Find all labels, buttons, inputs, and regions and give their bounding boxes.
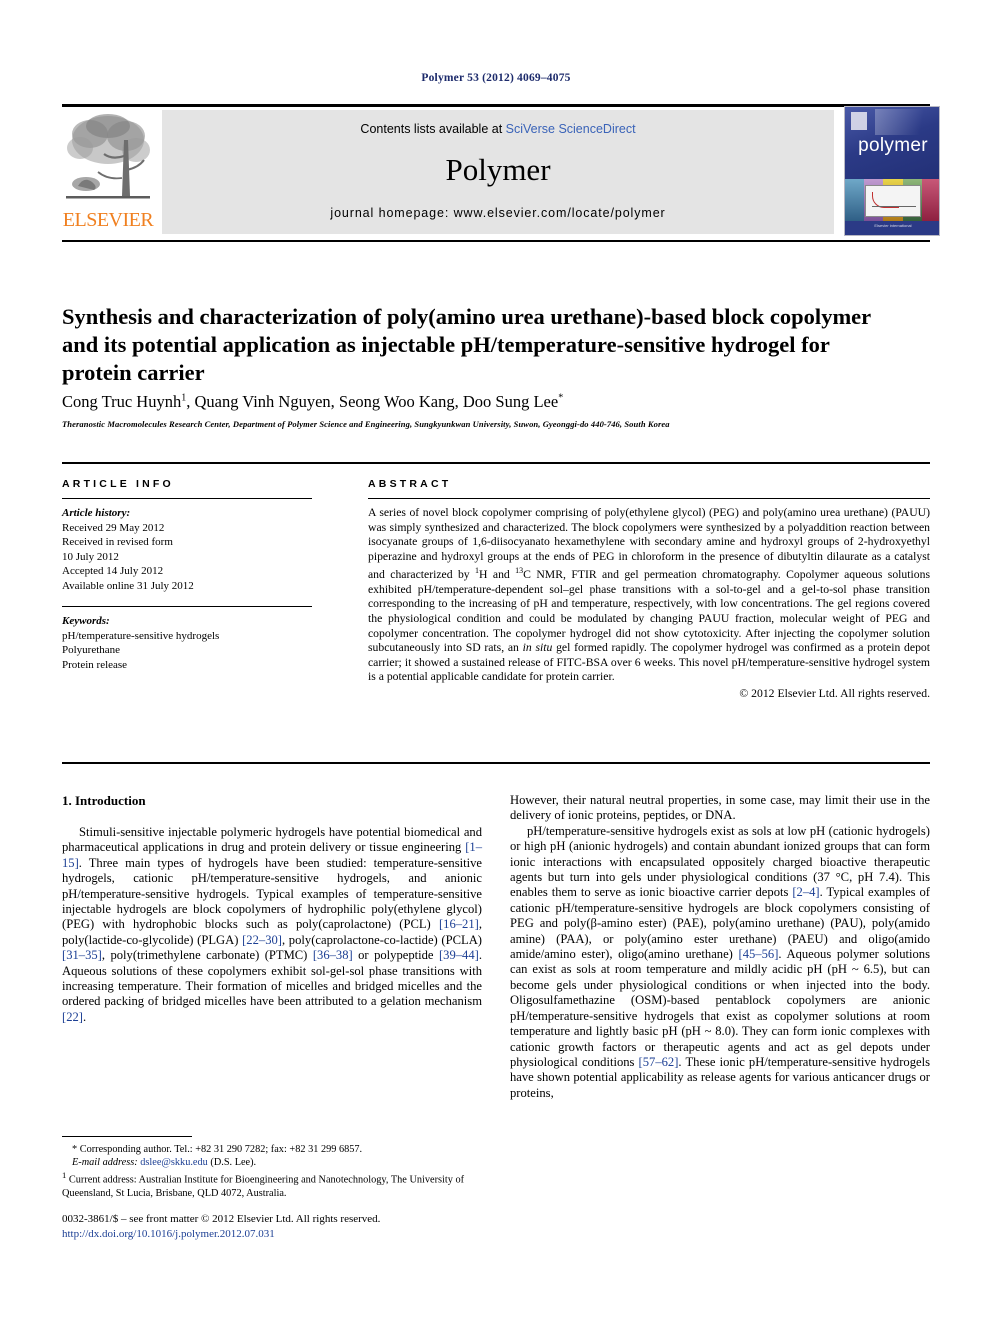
history-item: Accepted 14 July 2012 xyxy=(62,565,164,577)
history-item: 10 July 2012 xyxy=(62,550,119,563)
page-footer: 0032-3861/$ – see front matter © 2012 El… xyxy=(62,1212,532,1242)
cover-inset-chart xyxy=(865,185,921,217)
paragraph-text: . Three main types of hydrogels have bee… xyxy=(62,855,482,932)
abstract-italic-insitu: in situ xyxy=(522,641,553,655)
paragraph: However, their natural neutral propertie… xyxy=(510,793,930,823)
info-band-top-rule xyxy=(62,462,930,464)
issn-copyright-line: 0032-3861/$ – see front matter © 2012 El… xyxy=(62,1213,381,1225)
footnote-email: E-mail address: dslee@skku.edu (D.S. Lee… xyxy=(62,1156,482,1169)
elsevier-logo: ELSEVIER xyxy=(62,110,154,234)
citation-link[interactable]: [57–62] xyxy=(639,1055,679,1069)
abstract-sup-2: 13 xyxy=(515,566,524,576)
author-mark: 1 xyxy=(181,392,187,404)
journal-homepage-link[interactable]: journal homepage: www.elsevier.com/locat… xyxy=(162,206,834,220)
author-mark: * xyxy=(558,392,564,404)
paragraph-text: , poly(caprolactone-co-lactide) (PCLA) xyxy=(281,932,482,947)
footnote-corresponding-author: * Corresponding author. Tel.: +82 31 290… xyxy=(72,1144,363,1155)
paragraph: pH/temperature-sensitive hydrogels exist… xyxy=(510,824,930,1101)
author-name: Seong Woo Kang xyxy=(338,392,455,411)
cover-footer-text: Elsevier international xyxy=(874,223,912,228)
cover-elsevier-mark-icon xyxy=(851,112,867,130)
current-address-text: Current address: Australian Institute fo… xyxy=(62,1174,465,1200)
article-info-column: ARTICLE INFO Article history: Received 2… xyxy=(62,478,312,672)
journal-title: Polymer xyxy=(445,152,551,187)
author-name: Doo Sung Lee xyxy=(462,392,559,411)
info-divider xyxy=(62,498,312,499)
doi-link[interactable]: http://dx.doi.org/10.1016/j.polymer.2012… xyxy=(62,1227,532,1242)
section-heading-introduction: 1. Introduction xyxy=(62,793,146,808)
cover-journal-name: polymer xyxy=(858,135,928,156)
citation-link[interactable]: [2–4] xyxy=(792,885,819,899)
abstract-divider xyxy=(368,498,930,499)
email-label: E-mail address: xyxy=(72,1157,138,1169)
paragraph-text: , poly(trimethylene carbonate) (PTMC) xyxy=(101,948,313,963)
journal-cover-thumbnail: polymer Elsevier international xyxy=(844,106,940,236)
article-history-label: Article history: xyxy=(62,507,131,519)
masthead-top-rule xyxy=(62,104,930,107)
citation-link[interactable]: [45–56] xyxy=(739,947,779,961)
contents-prefix: Contents lists available at xyxy=(360,122,506,136)
history-item: Received 29 May 2012 xyxy=(62,521,165,534)
info-band-bottom-rule xyxy=(62,762,930,764)
citation-link[interactable]: [22–30] xyxy=(242,933,282,947)
body-column-left: 1. Introduction Stimuli-sensitive inject… xyxy=(62,793,482,1025)
keyword-item: Protein release xyxy=(62,658,128,671)
copyright-line: © 2012 Elsevier Ltd. All rights reserved… xyxy=(739,687,930,701)
journal-band: Contents lists available at SciVerse Sci… xyxy=(162,110,834,234)
sciencedirect-link[interactable]: SciVerse ScienceDirect xyxy=(506,122,636,136)
keywords-label: Keywords: xyxy=(62,615,110,627)
page-title: Synthesis and characterization of poly(a… xyxy=(62,304,871,386)
running-head: Polymer 53 (2012) 4069–4075 xyxy=(421,72,571,84)
citation-link[interactable]: [39–44] xyxy=(439,948,479,962)
author-list: Cong Truc Huynh1, Quang Vinh Nguyen, Seo… xyxy=(62,392,564,411)
citation-link[interactable]: [31–35] xyxy=(62,948,102,962)
abstract-heading: ABSTRACT xyxy=(368,478,452,490)
paper-page: Polymer 53 (2012) 4069–4075 ELSEVIER Con… xyxy=(0,0,992,1323)
elsevier-wordmark: ELSEVIER xyxy=(62,209,154,231)
footnote-divider xyxy=(62,1136,192,1137)
citation-link[interactable]: [22] xyxy=(62,1010,83,1024)
affiliation: Theranostic Macromolecules Research Cent… xyxy=(62,419,670,429)
citation-link[interactable]: [16–21] xyxy=(439,917,479,931)
author-name: Quang Vinh Nguyen xyxy=(194,392,331,411)
paragraph-text: Stimuli-sensitive injectable polymeric h… xyxy=(62,825,482,855)
email-link[interactable]: dslee@skku.edu xyxy=(140,1157,208,1168)
keyword-item: pH/temperature-sensitive hydrogels xyxy=(62,629,220,642)
citation-link[interactable]: [36–38] xyxy=(313,948,353,962)
footnotes: * Corresponding author. Tel.: +82 31 290… xyxy=(62,1143,482,1200)
masthead-bottom-rule xyxy=(62,240,930,242)
abstract-column: ABSTRACT A series of novel block copolym… xyxy=(368,478,930,700)
paragraph-text: or polypeptide xyxy=(352,948,439,963)
history-item: Received in revised form xyxy=(62,536,173,548)
contents-available-line: Contents lists available at SciVerse Sci… xyxy=(162,122,834,136)
body-column-right: However, their natural neutral propertie… xyxy=(510,793,930,1101)
email-suffix: (D.S. Lee). xyxy=(207,1157,257,1169)
cover-sheen xyxy=(875,109,939,135)
keywords-divider xyxy=(62,606,312,607)
paragraph-text: . Aqueous polymer solutions can exist as… xyxy=(510,947,930,1069)
author-name: Cong Truc Huynh xyxy=(62,392,182,411)
journal-masthead: ELSEVIER Contents lists available at Sci… xyxy=(62,104,940,242)
paragraph-text: . xyxy=(82,1009,87,1024)
history-item: Available online 31 July 2012 xyxy=(62,579,194,592)
elsevier-tree-icon xyxy=(64,110,152,208)
article-info-heading: ARTICLE INFO xyxy=(62,478,174,490)
paragraph: Stimuli-sensitive injectable polymeric h… xyxy=(62,825,482,1025)
abstract-text: A series of novel block copolymer compri… xyxy=(368,506,930,685)
abstract-mid-1: H and xyxy=(479,568,516,582)
keyword-item: Polyurethane xyxy=(62,644,121,656)
footnote-current-address: 1 Current address: Australian Institute … xyxy=(62,1169,482,1200)
